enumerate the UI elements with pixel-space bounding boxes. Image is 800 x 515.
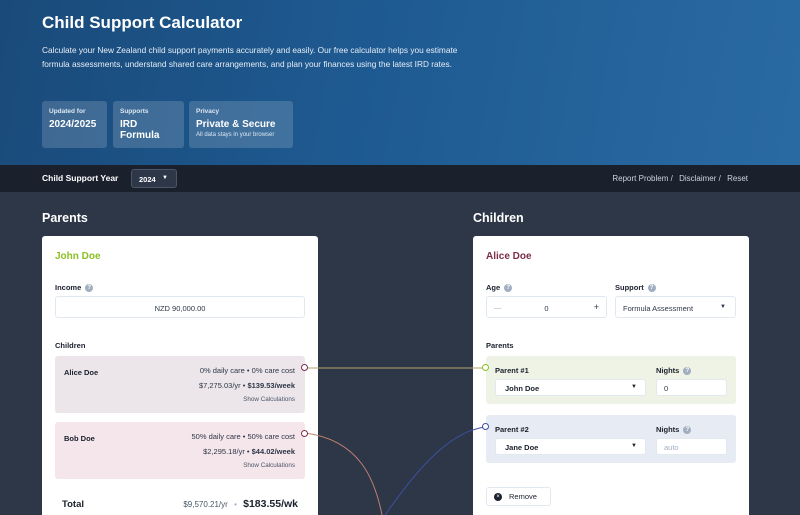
connector-parent2 bbox=[384, 426, 486, 515]
connector-lines bbox=[304, 367, 486, 515]
connector-dot[interactable] bbox=[482, 364, 489, 371]
connector-dot[interactable] bbox=[301, 364, 308, 371]
connector-dot[interactable] bbox=[301, 430, 308, 437]
connector-dot[interactable] bbox=[482, 423, 489, 430]
connector-bob bbox=[304, 432, 383, 515]
